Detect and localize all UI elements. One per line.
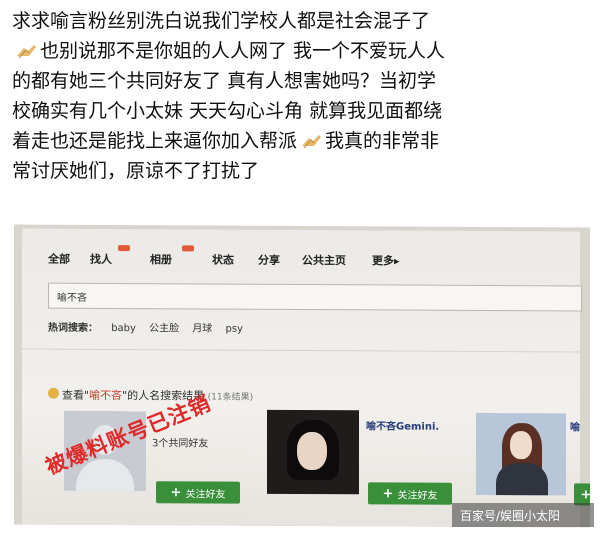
search-box[interactable]: [48, 282, 582, 312]
post-line-6: 常讨厌她们，原谅不了打扰了: [12, 160, 260, 182]
person-name[interactable]: 喻不吝Gemini.: [366, 417, 439, 432]
tab-all[interactable]: 全部: [48, 251, 70, 267]
clapping-hands-icon: [302, 135, 322, 149]
follow-label: 关注好友: [185, 488, 226, 501]
hot-term[interactable]: psy: [226, 324, 243, 335]
watermark: 百家号/娱圈小太阳: [452, 503, 594, 527]
person-name[interactable]: 喻: [570, 418, 580, 433]
result-count: (11条结果): [207, 392, 254, 403]
result-title: 查看"喻不吝"的人名搜索结果 (11条结果): [62, 387, 253, 404]
tab-more[interactable]: 更多▸: [372, 252, 400, 268]
follow-button[interactable]: + 关注好友: [368, 482, 452, 505]
follow-button[interactable]: + 关注好友: [156, 481, 240, 504]
renren-search-page: 全部 找人 相册 状态 分享 公共主页 更多▸ 热词搜索： baby 公主脸 月…: [22, 228, 590, 528]
plus-icon: +: [382, 485, 394, 501]
post-text: 求求喻言粉丝别洗白说我们学校人都是社会混子了 也别说那不是你姐的人人网了 我一个…: [12, 6, 590, 186]
post-line-5: 着走也还是能找上来逼你加入帮派: [12, 130, 298, 152]
hot-term[interactable]: 公主脸: [149, 323, 179, 334]
tab-public-pages[interactable]: 公共主页: [302, 252, 346, 268]
hot-term[interactable]: 月球: [192, 323, 212, 334]
follow-label: 关注好友: [397, 489, 438, 502]
tab-people[interactable]: 找人: [90, 251, 112, 267]
lightbulb-icon: [48, 387, 59, 399]
avatar-person-3[interactable]: [476, 412, 566, 496]
post-line-1: 求求喻言粉丝别洗白说我们学校人都是社会混子了: [12, 10, 431, 32]
post-line-2: 也别说那不是你姐的人人网了 我一个不爱玩人人: [40, 40, 446, 62]
hot-search-label: 热词搜索：: [48, 322, 98, 334]
plus-icon: +: [170, 484, 182, 500]
tab-status[interactable]: 状态: [212, 252, 234, 268]
tab-albums[interactable]: 相册: [150, 251, 172, 267]
monitor-photo: 全部 找人 相册 状态 分享 公共主页 更多▸ 热词搜索： baby 公主脸 月…: [14, 224, 590, 528]
clapping-hands-icon: [17, 45, 36, 59]
hot-term[interactable]: baby: [111, 323, 136, 334]
post-line-5b: 我真的非常非: [325, 130, 440, 152]
hot-search-row: 热词搜索： baby 公主脸 月球 psy: [48, 319, 253, 335]
tab-share[interactable]: 分享: [258, 252, 280, 268]
post-line-3: 的都有她三个共同好友了 真有人想害她吗？当初学: [12, 70, 437, 92]
new-badge: [182, 245, 194, 252]
post-line-4: 校确实有几个小太妹 天天勾心斗角 就算我见面都绕: [12, 100, 443, 122]
result-title-prefix: 查看": [62, 388, 90, 402]
plus-icon: +: [580, 486, 590, 503]
new-badge: [118, 245, 130, 252]
avatar-person-2[interactable]: [267, 409, 359, 495]
search-input[interactable]: [49, 283, 581, 311]
result-keyword: 喻不吝: [89, 388, 123, 403]
divider: [22, 348, 580, 353]
